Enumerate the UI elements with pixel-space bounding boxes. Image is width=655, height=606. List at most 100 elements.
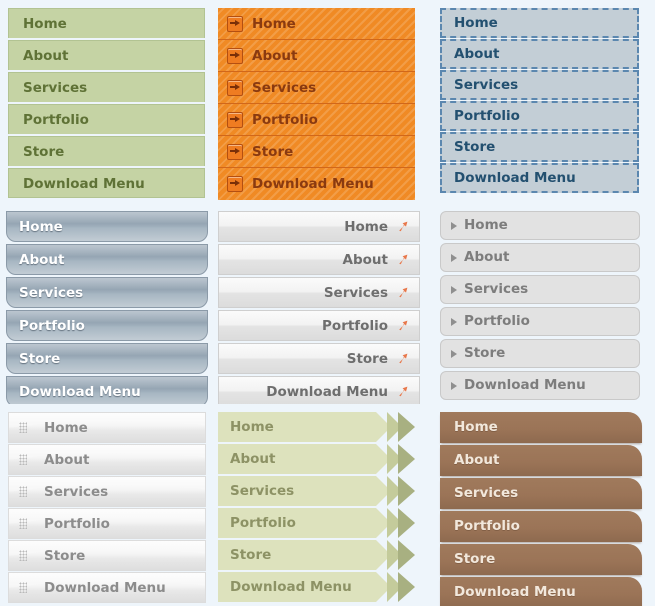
menu-item-label: Portfolio	[464, 313, 530, 329]
menu-item[interactable]: About	[440, 243, 640, 272]
menu-item[interactable]: Home	[218, 8, 415, 40]
menu-item[interactable]: Portfolio	[440, 307, 640, 336]
menu-item[interactable]: Home	[8, 8, 205, 38]
menu-item[interactable]: Home	[218, 412, 424, 442]
menu-item[interactable]: Portfolio	[8, 508, 206, 539]
menu-item[interactable]: Home	[440, 211, 640, 240]
menu-item[interactable]: Download Menu	[218, 168, 415, 200]
menu-item-label: Home	[23, 16, 67, 32]
arrow-right-box-icon	[227, 15, 243, 32]
menu-item[interactable]: About	[8, 444, 206, 475]
menu-item[interactable]: Store	[6, 343, 208, 374]
menu-item[interactable]: Store	[8, 540, 206, 571]
menu-item-label: Home	[454, 15, 498, 31]
dashed-blue-menu: Home About Services Portfolio Store Down…	[440, 8, 639, 193]
sage-green-menu: Home About Services Portfolio Store Down…	[8, 8, 205, 198]
menu-item-label: Portfolio	[322, 317, 388, 334]
menu-item[interactable]: Portfolio	[218, 104, 415, 136]
menu-item-label: About	[342, 251, 388, 268]
orange-striped-menu: Home About Services Portfolio Store Down…	[218, 8, 415, 200]
menu-item[interactable]: Portfolio	[440, 511, 642, 542]
menu-item[interactable]: Store	[218, 540, 424, 570]
menu-item[interactable]: Home	[218, 211, 420, 242]
gray-triangle-menu: Home About Services Portfolio Store Down…	[440, 211, 640, 400]
menu-item-label: Home	[230, 419, 274, 435]
menu-item[interactable]: About	[8, 40, 205, 70]
menu-item-label: About	[23, 48, 69, 64]
menu-item[interactable]: Services	[218, 72, 415, 104]
triangle-right-icon	[451, 221, 457, 230]
menu-item-label: Services	[323, 284, 388, 301]
gray-right-arrow-menu: Home About Services Portfolio Store Down…	[218, 211, 420, 404]
menu-item-label: Services	[454, 77, 519, 93]
menu-item[interactable]: Download Menu	[440, 371, 640, 400]
menu-item[interactable]: Services	[440, 478, 642, 509]
menu-item[interactable]: About	[440, 445, 642, 476]
menu-item[interactable]: Portfolio	[218, 310, 420, 341]
menu-item[interactable]: About	[218, 40, 415, 72]
menu-item[interactable]: Download Menu	[440, 577, 642, 606]
menu-item[interactable]: About	[218, 444, 424, 474]
menu-item[interactable]: Store	[8, 136, 205, 166]
diagonal-arrow-icon	[399, 221, 408, 232]
menu-item[interactable]: About	[440, 39, 639, 69]
menu-item[interactable]: Download Menu	[8, 168, 205, 198]
menu-item[interactable]: Services	[218, 277, 420, 308]
menu-item[interactable]: Portfolio	[440, 101, 639, 131]
menu-item[interactable]: Store	[218, 136, 415, 168]
menu-item-label: Services	[464, 281, 529, 297]
menu-item-label: Store	[230, 547, 272, 563]
menu-item[interactable]: Download Menu	[8, 572, 206, 603]
menu-item[interactable]: Portfolio	[218, 508, 424, 538]
menu-item[interactable]: Store	[218, 343, 420, 374]
menu-item[interactable]: About	[6, 244, 208, 275]
menu-item-label: Home	[252, 15, 296, 32]
menu-item-label: Portfolio	[44, 515, 110, 532]
menu-item[interactable]: Download Menu	[218, 572, 424, 602]
menu-item[interactable]: Services	[440, 275, 640, 304]
arrow-right-box-icon	[227, 176, 243, 192]
menu-item[interactable]: Services	[8, 72, 205, 102]
grip-dots-icon	[19, 422, 27, 433]
menu-item-label: Home	[344, 218, 388, 235]
menu-item[interactable]: Download Menu	[440, 163, 639, 193]
menu-item-label: Download Menu	[19, 384, 141, 400]
menu-item[interactable]: Services	[218, 476, 424, 506]
menu-item-label: Portfolio	[454, 518, 520, 534]
chevron-right-icon	[376, 540, 415, 570]
menu-item[interactable]: Store	[440, 544, 642, 575]
menu-item[interactable]: Download Menu	[218, 376, 420, 404]
menu-item[interactable]: About	[218, 244, 420, 275]
diagonal-arrow-icon	[399, 353, 408, 364]
menu-variant-dashed-blue: Home About Services Portfolio Store Down…	[432, 0, 655, 203]
menu-item[interactable]: Home	[6, 211, 208, 242]
menu-item[interactable]: Services	[8, 476, 206, 507]
menu-item-label: Download Menu	[230, 579, 352, 595]
menu-item-label: Store	[19, 351, 61, 367]
menu-item[interactable]: Services	[6, 277, 208, 308]
menu-item-label: About	[454, 46, 500, 62]
menu-item[interactable]: Portfolio	[6, 310, 208, 341]
menu-item-label: About	[19, 252, 65, 268]
grip-dots-icon	[19, 550, 27, 561]
menu-item-label: Home	[44, 419, 88, 436]
grip-dots-icon	[19, 518, 27, 529]
menu-item[interactable]: Download Menu	[6, 376, 208, 404]
menu-item[interactable]: Home	[440, 412, 642, 443]
arrow-right-box-icon	[227, 143, 243, 160]
menu-item-label: Portfolio	[230, 515, 296, 531]
menu-item-label: About	[44, 451, 90, 468]
menu-variant-sage-green: Home About Services Portfolio Store Down…	[0, 0, 210, 203]
triangle-right-icon	[451, 381, 457, 390]
menu-item[interactable]: Home	[8, 412, 206, 443]
menu-item[interactable]: Services	[440, 70, 639, 100]
menu-item[interactable]: Portfolio	[8, 104, 205, 134]
menu-item[interactable]: Home	[440, 8, 639, 38]
menu-item-label: Download Menu	[464, 377, 586, 393]
steel-glossy-menu: Home About Services Portfolio Store Down…	[6, 211, 208, 404]
menu-variant-green-chevron: Home About Services Portfolio Store Down…	[210, 404, 432, 606]
menu-item-label: Portfolio	[23, 112, 89, 128]
triangle-right-icon	[451, 349, 457, 358]
menu-item[interactable]: Store	[440, 132, 639, 162]
menu-item[interactable]: Store	[440, 339, 640, 368]
